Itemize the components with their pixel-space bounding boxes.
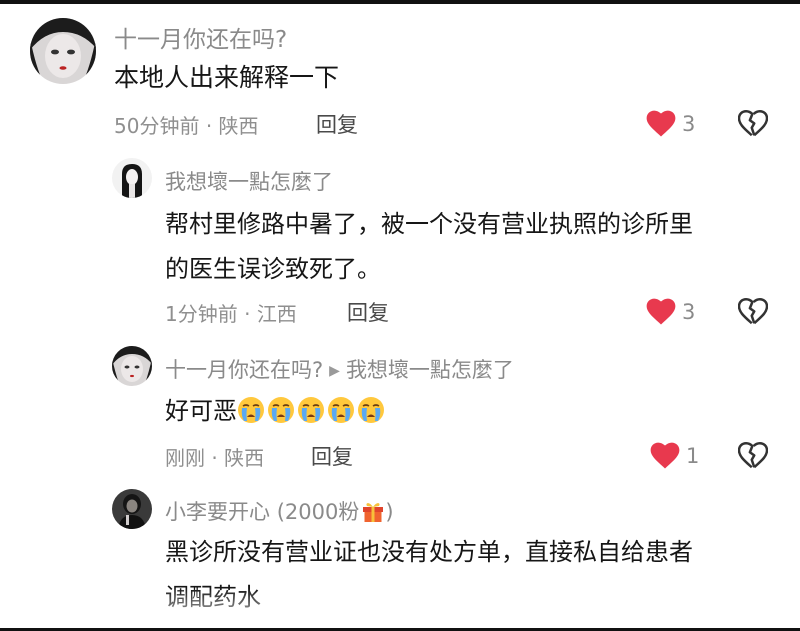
username[interactable]: 小李要开心 <box>165 500 270 524</box>
comment-1: 十一月你还在吗? 本地人出来解释一下 50分钟前 · 陕西 回复 3 <box>0 0 800 150</box>
dislike-button[interactable] <box>737 298 769 330</box>
username[interactable]: 十一月你还在吗? <box>114 20 287 54</box>
comment-time: 50分钟前 <box>114 114 200 138</box>
broken-heart-icon <box>737 110 769 137</box>
heart-filled-icon <box>646 298 676 325</box>
comment-text-line-2: 的医生误诊致死了。 <box>165 255 381 283</box>
comment-3: 十一月你还在吗? ▶ 我想壞一點怎麼了 好可恶 刚刚 · 陕西 回复 1 <box>0 340 800 485</box>
meta-separator: · <box>211 446 218 470</box>
like-button[interactable]: 3 <box>646 298 695 326</box>
avatar[interactable] <box>30 18 96 84</box>
comment-text: 本地人出来解释一下 <box>114 63 340 92</box>
heart-filled-icon <box>650 442 680 469</box>
avatar[interactable] <box>112 158 152 198</box>
comment-text-line-1: 帮村里修路中暑了，被一个没有营业执照的诊所里 <box>165 210 693 238</box>
comment-location: 陕西 <box>224 446 265 470</box>
username[interactable]: 十一月你还在吗? <box>165 358 323 382</box>
crying-face-emoji <box>298 397 324 423</box>
comment-location: 陕西 <box>218 114 259 138</box>
heart-filled-icon <box>646 110 676 137</box>
like-button[interactable]: 1 <box>650 442 699 470</box>
reply-button[interactable]: 回复 <box>347 297 389 327</box>
bottom-fade <box>0 588 800 628</box>
reply-arrow-icon: ▶ <box>329 363 340 379</box>
comment-meta: 50分钟前 · 陕西 <box>114 110 259 139</box>
like-count: 3 <box>682 300 696 324</box>
comment-time: 刚刚 <box>165 446 205 470</box>
crying-face-emoji <box>328 397 354 423</box>
reply-to-username[interactable]: 我想壞一點怎麼了 <box>346 358 514 382</box>
emoji-row <box>237 397 387 425</box>
comment-text-line-1: 黑诊所没有营业证也没有处方单，直接私自给患者 <box>165 538 693 566</box>
meta-separator: · <box>244 302 251 326</box>
comment-time: 1分钟前 <box>165 302 238 326</box>
meta-separator: · <box>205 114 213 138</box>
broken-heart-icon <box>737 442 769 469</box>
fan-badge: (2000粉 <box>276 500 360 524</box>
comment-meta: 1分钟前 · 江西 <box>165 298 297 327</box>
reply-button[interactable]: 回复 <box>316 109 358 139</box>
username[interactable]: 我想壞一點怎麼了 <box>165 166 333 196</box>
dislike-button[interactable] <box>737 442 769 474</box>
comment-location: 江西 <box>256 302 297 326</box>
username-row: 小李要开心 (2000粉 ) <box>165 496 394 526</box>
username-row: 十一月你还在吗? ▶ 我想壞一點怎麼了 <box>165 354 514 384</box>
fan-badge-end: ) <box>385 500 394 524</box>
like-count: 1 <box>686 444 700 468</box>
avatar[interactable] <box>112 346 152 386</box>
crying-face-emoji <box>358 397 384 423</box>
like-count: 3 <box>682 112 696 136</box>
comment-meta: 刚刚 · 陕西 <box>165 442 264 471</box>
comment-text-content: 好可恶 <box>165 397 237 425</box>
avatar[interactable] <box>112 489 152 529</box>
reply-button[interactable]: 回复 <box>311 441 353 471</box>
like-button[interactable]: 3 <box>646 110 695 138</box>
gift-box-icon <box>363 503 384 522</box>
comment-text: 好可恶 <box>165 390 387 432</box>
comment-2: 我想壞一點怎麼了 帮村里修路中暑了，被一个没有营业执照的诊所里 的医生误诊致死了… <box>0 150 800 340</box>
broken-heart-icon <box>737 298 769 325</box>
crying-face-emoji <box>268 397 294 423</box>
crying-face-emoji <box>238 397 264 423</box>
dislike-button[interactable] <box>737 110 769 142</box>
